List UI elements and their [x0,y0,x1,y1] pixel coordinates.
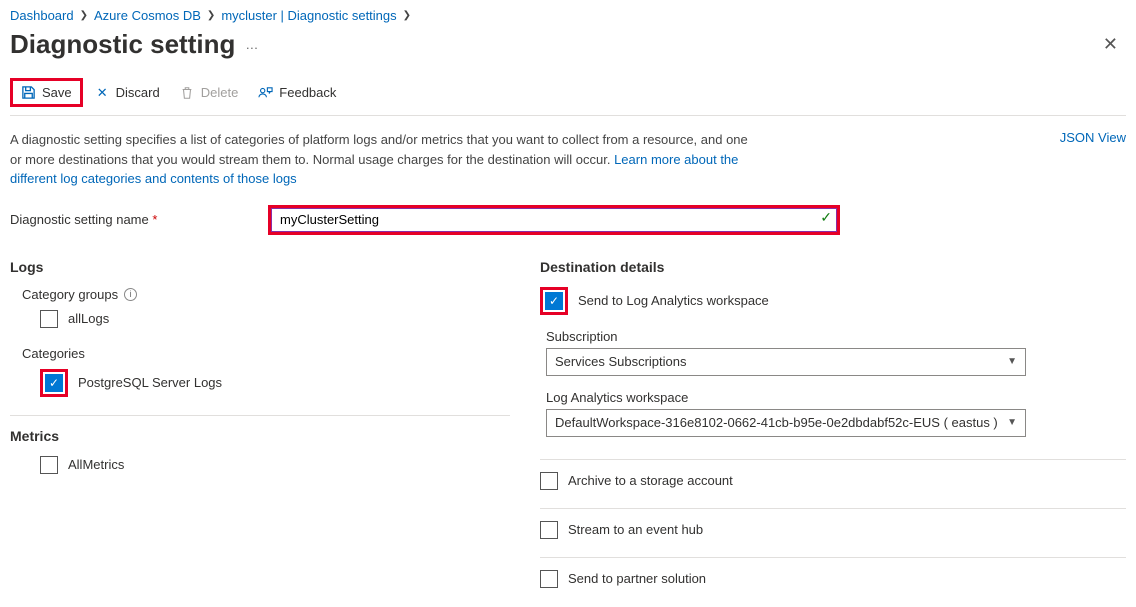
bc-dashboard[interactable]: Dashboard [10,8,74,23]
breadcrumb: Dashboard ❯ Azure Cosmos DB ❯ mycluster … [10,8,1126,23]
save-label: Save [42,85,72,100]
categories-label: Categories [22,346,510,361]
chevron-down-icon: ▼ [1007,356,1017,367]
setting-name-label: Diagnostic setting name * [10,212,268,227]
pg-logs-checkbox-highlight: ✓ [40,369,68,397]
chevron-right-icon: ❯ [80,10,88,21]
send-la-label: Send to Log Analytics workspace [578,293,769,308]
logs-heading: Logs [10,259,510,275]
save-button[interactable]: Save [10,78,83,107]
workspace-label: Log Analytics workspace [546,390,1126,405]
toolbar: Save ✕ Discard Delete Feedback [10,78,1126,116]
close-icon: ✕ [95,85,110,100]
info-icon[interactable]: i [124,288,137,301]
json-view-link[interactable]: JSON View [1048,130,1126,189]
subscription-label: Subscription [546,329,1126,344]
destination-heading: Destination details [540,259,1126,275]
feedback-button[interactable]: Feedback [250,81,344,104]
partner-checkbox[interactable] [540,570,558,588]
page-title: Diagnostic setting [10,29,235,60]
alllogs-label: allLogs [68,311,109,326]
pg-logs-checkbox[interactable]: ✓ [45,374,63,392]
eventhub-checkbox[interactable] [540,521,558,539]
more-menu[interactable]: … [245,37,260,52]
allmetrics-label: AllMetrics [68,457,124,472]
send-la-checkbox[interactable]: ✓ [545,292,563,310]
alllogs-checkbox[interactable] [40,310,58,328]
close-button[interactable]: ✕ [1095,30,1126,59]
bc-cluster-diag[interactable]: mycluster | Diagnostic settings [221,8,396,23]
partner-label: Send to partner solution [568,571,706,586]
delete-button: Delete [172,81,247,104]
chevron-right-icon: ❯ [207,10,215,21]
subscription-value: Services Subscriptions [555,354,687,369]
discard-button[interactable]: ✕ Discard [87,81,168,104]
setting-name-input[interactable] [271,208,837,232]
feedback-label: Feedback [279,85,336,100]
archive-label: Archive to a storage account [568,473,733,488]
chevron-right-icon: ❯ [403,10,411,21]
valid-check-icon: ✓ [820,209,832,226]
allmetrics-checkbox[interactable] [40,456,58,474]
diagnostic-setting-page: Dashboard ❯ Azure Cosmos DB ❯ mycluster … [0,0,1136,607]
chevron-down-icon: ▼ [1007,417,1017,428]
metrics-heading: Metrics [10,428,510,444]
send-la-checkbox-highlight: ✓ [540,287,568,315]
delete-icon [180,85,195,100]
category-groups-label: Category groups [22,287,118,302]
discard-label: Discard [116,85,160,100]
workspace-select[interactable]: DefaultWorkspace-316e8102-0662-41cb-b95e… [546,409,1026,437]
feedback-icon [258,85,273,100]
pg-logs-label: PostgreSQL Server Logs [78,375,222,390]
save-icon [21,85,36,100]
subscription-select[interactable]: Services Subscriptions ▼ [546,348,1026,376]
bc-cosmos[interactable]: Azure Cosmos DB [94,8,201,23]
eventhub-label: Stream to an event hub [568,522,703,537]
archive-checkbox[interactable] [540,472,558,490]
intro-text: A diagnostic setting specifies a list of… [10,130,750,189]
delete-label: Delete [201,85,239,100]
workspace-value: DefaultWorkspace-316e8102-0662-41cb-b95e… [555,415,998,430]
